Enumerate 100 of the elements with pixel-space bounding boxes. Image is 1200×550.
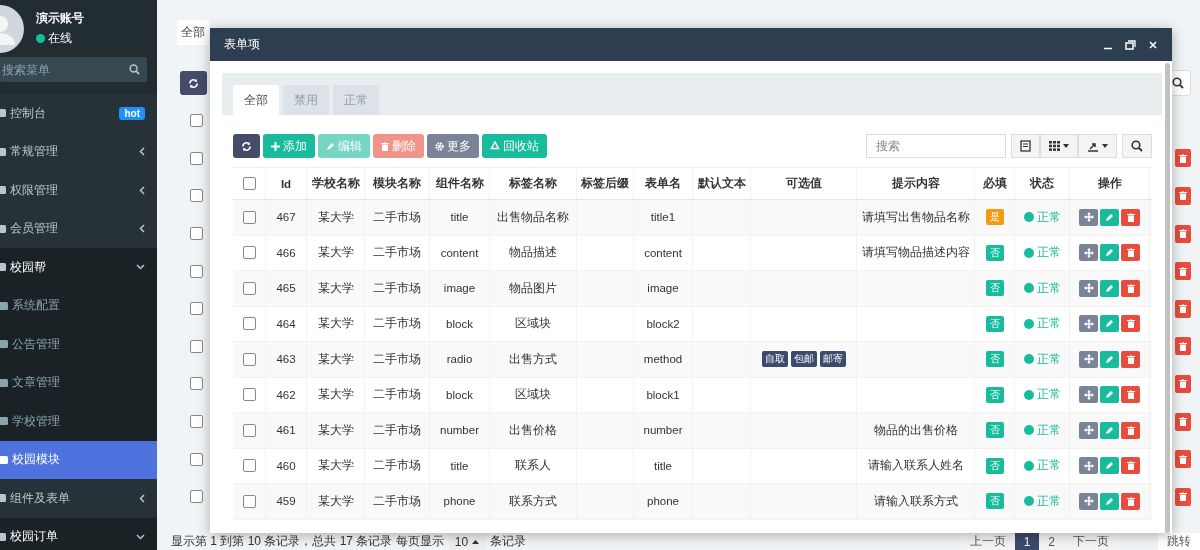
delete-button[interactable] (1175, 187, 1191, 205)
delete-button[interactable] (1175, 337, 1191, 356)
page-size-dropdown[interactable]: 10 (448, 533, 486, 550)
more-button[interactable]: 更多 (427, 134, 479, 158)
menu-item[interactable]: 校园模块 (0, 440, 157, 479)
checkbox[interactable] (242, 177, 256, 190)
menu-item[interactable]: 控制台 hot (0, 94, 157, 133)
table-cell: 二手市场 (373, 458, 421, 474)
menu-item[interactable]: 会员管理 (0, 209, 157, 248)
table-cell: radio (446, 353, 473, 366)
search-field[interactable]: 搜索 (866, 134, 1006, 158)
status-text: 正常 (1036, 458, 1061, 474)
option-tag: 自取 (761, 351, 788, 368)
page-link[interactable]: 1 (1014, 533, 1040, 550)
checkbox[interactable] (190, 227, 203, 241)
edit-button[interactable] (1100, 421, 1119, 439)
menu-item[interactable]: 权限管理 (0, 171, 157, 210)
export-button[interactable] (1078, 134, 1117, 158)
scrollbar[interactable] (1165, 63, 1170, 533)
drag-button[interactable] (1079, 386, 1098, 404)
delete-button[interactable] (1121, 386, 1140, 404)
delete-button[interactable] (1121, 208, 1140, 226)
checkbox[interactable] (242, 281, 256, 295)
edit-button[interactable] (1100, 315, 1119, 333)
checkbox[interactable] (190, 302, 203, 316)
delete-button[interactable] (1121, 350, 1140, 368)
table-cell: 某大学 (317, 493, 354, 509)
delete-button[interactable] (1121, 492, 1140, 510)
pencil-icon (326, 141, 335, 151)
delete-button[interactable] (1121, 279, 1140, 297)
delete-button[interactable] (1121, 457, 1140, 475)
export-icon (1087, 140, 1099, 152)
menu-item[interactable]: 校园订单 (0, 517, 157, 550)
tab[interactable]: 全部 (233, 85, 279, 115)
edit-button[interactable] (1100, 244, 1119, 262)
menu-item[interactable]: 组件及表单 (0, 479, 157, 518)
columns-button[interactable] (1040, 134, 1078, 158)
checkbox[interactable] (190, 377, 203, 391)
delete-button[interactable] (1121, 315, 1140, 333)
edit-button[interactable] (1100, 386, 1119, 404)
drag-button[interactable] (1079, 492, 1098, 510)
delete-button[interactable] (1175, 299, 1191, 318)
table-cell: 联系方式 (509, 493, 557, 509)
toggle-button[interactable] (1011, 134, 1040, 158)
delete-button[interactable] (1175, 412, 1191, 431)
checkbox[interactable] (190, 339, 203, 353)
delete-button[interactable] (1121, 421, 1140, 439)
delete-button[interactable] (1175, 374, 1191, 393)
table-cell: 462 (276, 388, 296, 401)
delete-button[interactable] (1175, 262, 1191, 281)
trash-icon (1179, 379, 1187, 389)
edit-button[interactable] (1100, 492, 1119, 510)
maximize-icon[interactable] (1125, 39, 1136, 50)
checkbox[interactable] (242, 494, 256, 508)
checkbox[interactable] (242, 317, 256, 331)
drag-button[interactable] (1079, 457, 1098, 475)
delete-button[interactable] (1175, 149, 1191, 168)
checkbox[interactable] (190, 189, 203, 203)
drag-button[interactable] (1079, 279, 1098, 297)
checkbox[interactable] (242, 246, 256, 260)
edit-button[interactable] (1100, 457, 1119, 475)
plus-icon (271, 141, 280, 151)
refresh-button[interactable] (233, 134, 260, 158)
drag-button[interactable] (1079, 350, 1098, 368)
delete-button[interactable] (1175, 487, 1191, 506)
search-field[interactable]: 搜索菜单 (0, 57, 147, 82)
delete-button[interactable] (1175, 224, 1191, 243)
drag-button[interactable] (1079, 421, 1098, 439)
drag-button[interactable] (1079, 244, 1098, 262)
refresh-button[interactable] (180, 71, 207, 95)
checkbox[interactable] (190, 452, 203, 466)
drag-button[interactable] (1079, 208, 1098, 226)
edit-button[interactable] (1100, 208, 1119, 226)
search-button[interactable] (1122, 134, 1152, 158)
trash-icon (1126, 461, 1135, 471)
jump-button[interactable]: 跳转 (1158, 533, 1200, 550)
checkbox[interactable] (242, 423, 256, 437)
drag-button[interactable] (1079, 315, 1098, 333)
delete-button[interactable] (1121, 244, 1140, 262)
menu-item[interactable]: 常规管理 (0, 132, 157, 171)
column-header: 学校名称 (311, 176, 360, 191)
move-icon (1083, 496, 1094, 507)
checkbox[interactable] (190, 264, 203, 278)
checkbox[interactable] (242, 210, 256, 224)
close-icon[interactable] (1148, 39, 1158, 50)
edit-button[interactable] (1100, 279, 1119, 297)
checkbox[interactable] (190, 415, 203, 429)
checkbox[interactable] (190, 151, 203, 165)
checkbox[interactable] (190, 490, 203, 504)
edit-button[interactable] (1100, 350, 1119, 368)
checkbox[interactable] (242, 388, 256, 402)
tab[interactable]: 全部 (177, 20, 209, 45)
search-icon (1131, 140, 1143, 152)
checkbox[interactable] (242, 352, 256, 366)
status-dot (1023, 247, 1034, 258)
checkbox[interactable] (190, 114, 203, 128)
delete-button[interactable] (1175, 450, 1191, 469)
move-icon (1083, 247, 1094, 258)
menu-item[interactable]: 校园帮 (0, 248, 157, 287)
checkbox[interactable] (242, 459, 256, 473)
